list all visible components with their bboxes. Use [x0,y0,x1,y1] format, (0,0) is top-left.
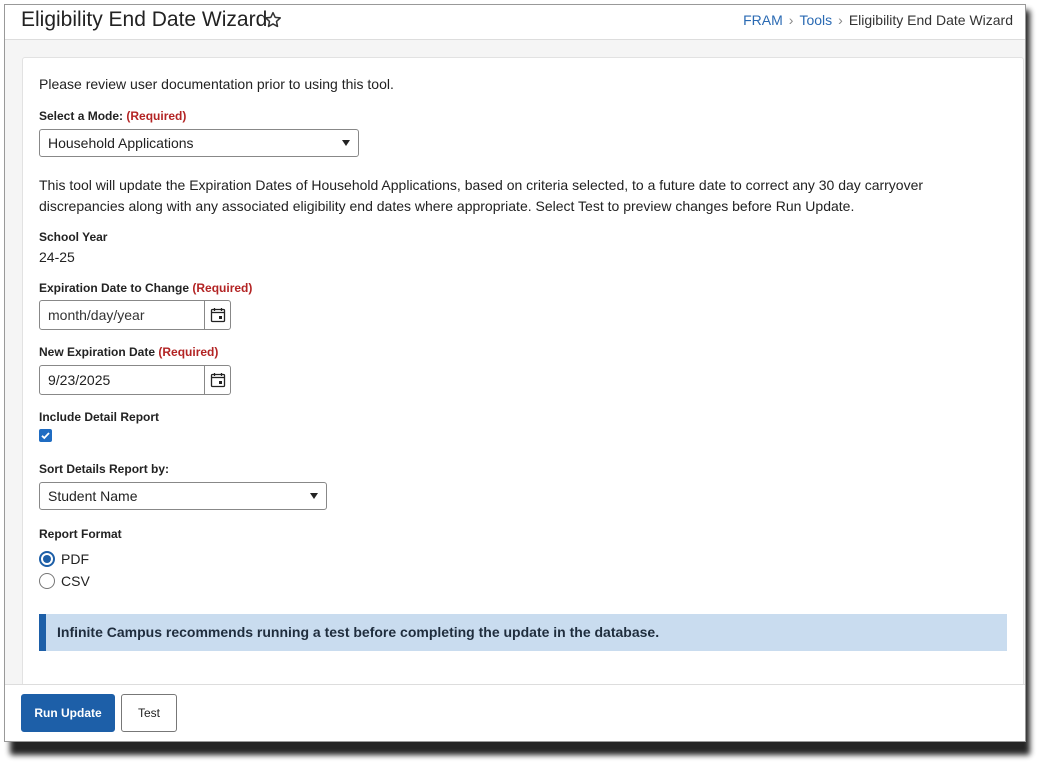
detail-report-checkbox[interactable] [39,429,52,442]
star-icon[interactable] [263,10,283,30]
radio-unselected[interactable] [39,573,55,589]
sort-select-value: Student Name [48,488,138,504]
new-exp-label: New Expiration Date (Required) [39,345,219,359]
breadcrumb-tools[interactable]: Tools [799,12,832,28]
format-option-pdf[interactable]: PDF [39,551,89,567]
required-indicator: (Required) [158,345,219,359]
format-option-csv[interactable]: CSV [39,573,90,589]
caret-down-icon [310,493,318,499]
mode-label: Select a Mode: (Required) [39,109,187,123]
intro-text: Please review user documentation prior t… [39,76,394,92]
exp-date-label: Expiration Date to Change (Required) [39,281,253,295]
run-update-button[interactable]: Run Update [21,694,115,732]
caret-down-icon [342,140,350,146]
calendar-icon[interactable] [204,301,230,329]
breadcrumb-fram[interactable]: FRAM [743,12,783,28]
notice-text: Infinite Campus recommends running a tes… [57,624,660,640]
exp-date-field[interactable]: month/day/year [39,300,231,330]
sort-select[interactable]: Student Name [39,482,327,510]
report-format-label: Report Format [39,527,122,541]
new-exp-date-field[interactable]: 9/23/2025 [39,365,231,395]
wizard-card: Please review user documentation prior t… [22,57,1024,699]
chevron-right-icon: › [788,12,794,28]
detail-report-label: Include Detail Report [39,410,160,424]
action-bar: Run Update Test [5,684,1025,741]
check-icon [41,432,50,440]
tool-description: This tool will update the Expiration Dat… [39,177,924,214]
required-indicator: (Required) [192,281,253,295]
app-window: Eligibility End Date Wizard FRAM › Tools… [4,4,1026,742]
sort-label: Sort Details Report by: [39,462,170,476]
radio-selected[interactable] [39,551,55,567]
mode-select[interactable]: Household Applications [39,129,359,157]
breadcrumb: FRAM › Tools › Eligibility End Date Wiza… [743,12,1013,28]
breadcrumb-current: Eligibility End Date Wizard [848,12,1013,28]
chevron-right-icon: › [838,12,843,28]
school-year-value: 24-25 [39,249,75,265]
required-indicator: (Required) [126,109,187,123]
mode-select-value: Household Applications [48,135,194,151]
new-exp-date-value: 9/23/2025 [48,372,111,388]
info-notice: Infinite Campus recommends running a tes… [39,614,1007,651]
calendar-icon[interactable] [204,366,230,394]
page-title: Eligibility End Date Wizard [21,8,268,31]
exp-date-placeholder: month/day/year [48,307,145,323]
page-header: Eligibility End Date Wizard FRAM › Tools… [5,5,1025,40]
test-button[interactable]: Test [121,694,177,732]
school-year-label: School Year [39,230,108,244]
